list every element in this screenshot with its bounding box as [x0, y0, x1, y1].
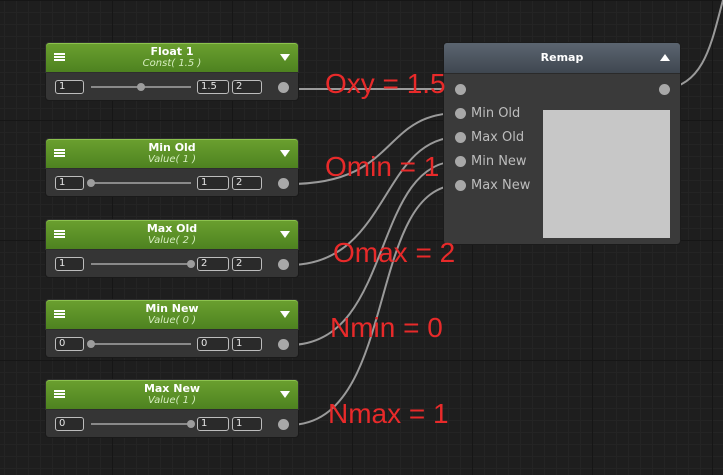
collapse-arrow-icon[interactable] — [280, 311, 290, 318]
max-field[interactable]: 2 — [232, 80, 262, 94]
slider-handle[interactable] — [87, 340, 95, 348]
slider-track[interactable] — [91, 263, 191, 265]
preview-swatch — [543, 110, 670, 238]
node-body: 0 1 1 — [45, 410, 299, 438]
node-max-old[interactable]: Max Old Value( 2 ) 1 2 2 — [45, 219, 299, 297]
node-max-new[interactable]: Max New Value( 1 ) 0 1 1 — [45, 379, 299, 457]
collapse-arrow-icon[interactable] — [280, 391, 290, 398]
min-field[interactable]: 0 — [197, 337, 229, 351]
input-label-max-old: Max Old — [471, 130, 525, 145]
node-title: Max New — [143, 382, 201, 395]
collapse-arrow-icon[interactable] — [280, 54, 290, 61]
slider-handle[interactable] — [187, 260, 195, 268]
node-body: 1 1.5 2 — [45, 73, 299, 101]
node-body: 0 0 1 — [45, 330, 299, 358]
slider-handle[interactable] — [87, 179, 95, 187]
slider-track[interactable] — [91, 182, 191, 184]
output-port[interactable] — [278, 339, 289, 350]
node-body: 1 1 2 — [45, 169, 299, 197]
annotation-omax: Omax = 2 — [333, 237, 456, 268]
node-title: Max Old — [146, 222, 198, 235]
output-port[interactable] — [278, 82, 289, 93]
output-port[interactable] — [278, 178, 289, 189]
annotation-nmin: Nmin = 0 — [330, 312, 443, 343]
min-field[interactable]: 2 — [197, 257, 229, 271]
node-title: Min New — [145, 302, 199, 315]
input-port-max-old[interactable] — [455, 132, 466, 143]
node-header[interactable]: Float 1 Const( 1.5 ) — [45, 42, 299, 73]
node-float-1[interactable]: Float 1 Const( 1.5 ) 1 1.5 2 — [45, 42, 299, 120]
output-port[interactable] — [659, 84, 670, 95]
min-field[interactable]: 1.5 — [197, 80, 229, 94]
input-port-value[interactable] — [455, 84, 466, 95]
node-remap[interactable]: Remap Min Old Max Old Min New Max New — [443, 42, 681, 245]
input-label-max-new: Max New — [471, 178, 531, 193]
slider-track[interactable] — [91, 343, 191, 345]
node-header[interactable]: Min Old Value( 1 ) — [45, 138, 299, 169]
node-subtitle: Const( 1.5 ) — [142, 58, 202, 69]
slider-track[interactable] — [91, 423, 191, 425]
input-port-min-new[interactable] — [455, 156, 466, 167]
node-header[interactable]: Min New Value( 0 ) — [45, 299, 299, 330]
node-min-new[interactable]: Min New Value( 0 ) 0 0 1 — [45, 299, 299, 377]
wire-maxnew-to-remap — [288, 184, 460, 426]
collapse-arrow-icon[interactable] — [280, 150, 290, 157]
slider-handle[interactable] — [187, 420, 195, 428]
node-header[interactable]: Remap — [444, 43, 680, 74]
annotation-nmax: Nmax = 1 — [328, 398, 449, 429]
node-header[interactable]: Max New Value( 1 ) — [45, 379, 299, 410]
min-field[interactable]: 1 — [197, 176, 229, 190]
output-port[interactable] — [278, 419, 289, 430]
node-subtitle: Value( 2 ) — [147, 235, 197, 246]
input-label-min-old: Min Old — [471, 106, 521, 121]
collapse-arrow-icon[interactable] — [280, 231, 290, 238]
node-subtitle: Value( 1 ) — [147, 154, 197, 165]
node-title: Min Old — [148, 141, 196, 154]
input-label-min-new: Min New — [471, 154, 527, 169]
value-field[interactable]: 1 — [55, 176, 84, 190]
value-field[interactable]: 0 — [55, 337, 84, 351]
node-min-old[interactable]: Min Old Value( 1 ) 1 1 2 — [45, 138, 299, 216]
max-field[interactable]: 1 — [232, 417, 262, 431]
collapse-arrow-up-icon[interactable] — [660, 54, 670, 61]
value-field[interactable]: 0 — [55, 417, 84, 431]
node-title: Float 1 — [150, 45, 194, 58]
node-body: 1 2 2 — [45, 250, 299, 278]
node-header[interactable]: Max Old Value( 2 ) — [45, 219, 299, 250]
value-field[interactable]: 1 — [55, 80, 84, 94]
node-title: Remap — [540, 51, 584, 64]
slider-handle[interactable] — [137, 83, 145, 91]
annotation-omin: Omin = 1 — [325, 151, 440, 182]
input-port-max-new[interactable] — [455, 180, 466, 191]
min-field[interactable]: 1 — [197, 417, 229, 431]
node-subtitle: Value( 1 ) — [147, 395, 197, 406]
max-field[interactable]: 2 — [232, 176, 262, 190]
node-subtitle: Value( 0 ) — [147, 315, 197, 326]
value-field[interactable]: 1 — [55, 257, 84, 271]
max-field[interactable]: 1 — [232, 337, 262, 351]
input-port-min-old[interactable] — [455, 108, 466, 119]
max-field[interactable]: 2 — [232, 257, 262, 271]
output-port[interactable] — [278, 259, 289, 270]
annotation-oxy: Oxy = 1.5 — [325, 68, 446, 99]
